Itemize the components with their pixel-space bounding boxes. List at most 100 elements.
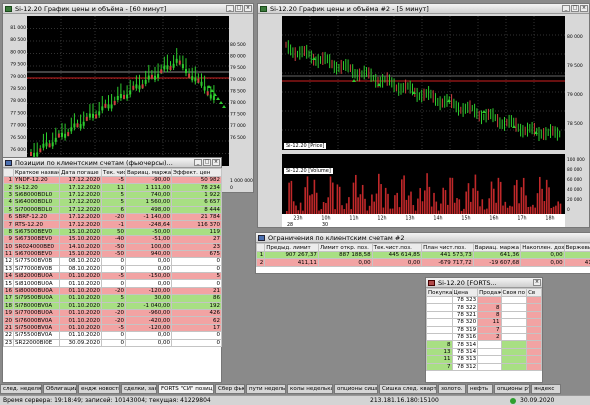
table-row[interactable]: 7 78 312 bbox=[426, 362, 542, 371]
workspace-tab[interactable]: след. неделя bbox=[0, 384, 42, 394]
close-icon[interactable]: × bbox=[533, 279, 541, 286]
chart-app-icon bbox=[260, 6, 267, 12]
table-row[interactable]: 5 Si70000BDL0 17.12.2020 6 498,00 8 444 bbox=[3, 205, 222, 214]
table-row[interactable]: 23 SR22000BI0E 30.09.2020 0 0,00 0 bbox=[3, 338, 222, 348]
orderbook-table[interactable]: ПокупкаЦенаПродажаСвоя поСв78 32378 3228… bbox=[426, 288, 542, 371]
column-header[interactable]: Продажа bbox=[477, 288, 502, 297]
column-header[interactable] bbox=[255, 243, 266, 252]
maximize-icon[interactable]: □ bbox=[235, 5, 243, 12]
positions-window[interactable]: Позиции по клиентским счетам (фьючерсы).… bbox=[2, 157, 222, 383]
table-row[interactable]: 22 Si75500BV0A 01.10.2020 0 0,00 0 bbox=[3, 331, 222, 340]
workspace-tab[interactable]: ендж новости bbox=[78, 384, 120, 394]
table-cell bbox=[426, 332, 453, 342]
table-row[interactable]: 7 RTS-12.20 17.12.2020 -1 -248,64 116 370 bbox=[3, 220, 222, 229]
table-row[interactable]: 3 Si68000BDL0 17.12.2020 5 740,00 1 922 bbox=[3, 190, 222, 200]
maximize-icon[interactable]: □ bbox=[203, 159, 211, 166]
workspace-tab[interactable]: нефть bbox=[467, 384, 493, 394]
table-row[interactable]: 2 411,11 0,00 0,00 -679 717,72 -19 607,68 0,00… bbox=[255, 258, 590, 267]
column-header[interactable]: Св bbox=[526, 288, 542, 297]
table-row[interactable]: 11 Si67000BEV0 15.10.2020 -50 940,00 675 bbox=[3, 249, 222, 259]
table-row[interactable]: 78 316 2 bbox=[426, 332, 542, 342]
table-row[interactable]: 10 SR024000BE0 14.10.2020 -50 100,00 23 bbox=[3, 242, 222, 251]
workspace-tab[interactable]: яндекс bbox=[531, 384, 561, 394]
table-row[interactable]: 78 321 8 bbox=[426, 310, 542, 320]
window-titlebar[interactable]: Ограничения по клиентским счетам #2 bbox=[256, 233, 590, 243]
column-header[interactable] bbox=[3, 168, 14, 177]
column-header[interactable]: Дата погаше bbox=[59, 168, 102, 177]
orderbook-window[interactable]: Si-12.20 [FORTS... × ПокупкаЦенаПродажаС… bbox=[425, 277, 543, 383]
minimize-icon[interactable]: _ bbox=[226, 5, 234, 12]
workspace-tab[interactable]: опционы сишка bbox=[334, 384, 378, 394]
window-titlebar[interactable]: Si-12.20 График цены и объёма - [60 мину… bbox=[3, 4, 253, 14]
column-header[interactable]: Тек.чист.поз. bbox=[371, 243, 423, 252]
table-row[interactable]: 1 YNDF-12.20 17.12.2020 -5 -90,00 50 982 bbox=[3, 175, 222, 185]
workspace-tab[interactable]: золото. bbox=[438, 384, 466, 394]
table-row[interactable]: 8 78 314 bbox=[426, 340, 542, 349]
column-header[interactable]: Лимит откр. поз. bbox=[317, 243, 373, 252]
workspace-tab[interactable]: Сишка след. квартал bbox=[379, 384, 437, 394]
table-row[interactable]: 78 322 8 bbox=[426, 303, 542, 312]
workspace-tab[interactable]: сделки, заявки bbox=[121, 384, 157, 394]
minimize-icon[interactable]: _ bbox=[194, 159, 202, 166]
column-header[interactable]: Покупка bbox=[426, 288, 453, 297]
positions-table[interactable]: Краткое названиеДата погашеТек. чистВари… bbox=[3, 168, 222, 348]
column-header[interactable]: Своя по bbox=[500, 288, 528, 297]
volume-bar bbox=[516, 179, 518, 214]
column-header[interactable]: Вариац. маржа bbox=[472, 243, 522, 252]
chart-window-5min[interactable]: Si-12.20 График цены и объёма #2 - [5 ми… bbox=[257, 3, 590, 228]
price-chart-area[interactable]: Si-12.20 [Price] bbox=[282, 16, 565, 150]
table-row[interactable]: 2 Si-12.20 17.12.2020 11 1 111,00 78 234 bbox=[3, 183, 222, 192]
workspace-tab[interactable]: пути неделька bbox=[246, 384, 286, 394]
maximize-icon[interactable]: □ bbox=[571, 5, 579, 12]
column-header[interactable]: Краткое название bbox=[13, 168, 60, 177]
column-header[interactable]: Вариац. маржа bbox=[125, 168, 172, 177]
limits-window[interactable]: Ограничения по клиентским счетам #2 Пред… bbox=[255, 232, 590, 274]
workspace-tab[interactable]: Сбер фьюч bbox=[215, 384, 245, 394]
table-row[interactable]: 4 Si64000BDL0 17.12.2020 5 1 560,00 6 657 bbox=[3, 198, 222, 207]
window-titlebar[interactable]: Позиции по клиентским счетам (фьючерсы).… bbox=[3, 158, 221, 168]
volume-bar bbox=[329, 176, 332, 214]
column-header[interactable]: План чист.поз. bbox=[421, 243, 474, 252]
column-header[interactable]: Предыд. лимит bbox=[264, 243, 319, 252]
table-row[interactable]: 12 Si77500BV0B 08.10.2020 0 0,00 0 bbox=[3, 257, 222, 266]
volume-tick-label: 40 000 bbox=[567, 187, 582, 193]
workspace-tab[interactable]: опционы ртс bbox=[494, 384, 530, 394]
close-icon[interactable]: × bbox=[244, 5, 252, 12]
workspace-tab[interactable]: колы неделька bbox=[287, 384, 333, 394]
workspace-tab[interactable]: FORTS "СИ" позиции... bbox=[158, 384, 214, 394]
table-row[interactable]: 13 Si77000BV0B 08.10.2020 0 0,00 0 bbox=[3, 264, 222, 274]
table-row[interactable]: 14 Si82000BU0A 01.10.2020 -5 -150,00 5 bbox=[3, 272, 222, 281]
limits-table[interactable]: Предыд. лимит Лимит откр. поз. Тек.чист.по… bbox=[255, 243, 590, 267]
table-row[interactable]: 1 907 267,37 887 188,58 445 614,85 441 573,7… bbox=[255, 250, 590, 260]
column-header[interactable]: Накоплен. доход bbox=[520, 243, 565, 252]
window-titlebar[interactable]: Si-12.20 График цены и объёма #2 - [5 ми… bbox=[258, 4, 589, 14]
table-row[interactable]: 9 Si67300BEV0 15.10.2020 -40 -51,00 27 bbox=[3, 235, 222, 244]
close-icon[interactable]: × bbox=[580, 5, 588, 12]
column-header[interactable]: Цена bbox=[451, 288, 479, 297]
volume-bar bbox=[364, 198, 366, 214]
table-row[interactable]: 8 Si67500BEV0 15.10.2020 50 -50,00 119 bbox=[3, 227, 222, 237]
table-row[interactable]: 15 Si81000BU0A 01.10.2020 0 0,00 0 bbox=[3, 279, 222, 288]
price-chart-area[interactable] bbox=[27, 16, 229, 166]
table-row[interactable]: 11 78 313 bbox=[426, 355, 542, 364]
table-row[interactable]: 16 Si80000BU0A 01.10.2020 -20 -120,00 21 bbox=[3, 286, 222, 296]
column-header[interactable]: Тек. чист bbox=[101, 168, 126, 177]
column-header[interactable]: Эффект. цен bbox=[171, 168, 222, 177]
table-row[interactable]: 19 Si77000BU0A 01.10.2020 -20 -960,00 426 bbox=[3, 309, 222, 318]
table-row[interactable]: 13 78 314 bbox=[426, 347, 542, 357]
table-row[interactable]: 78 320 11 bbox=[426, 318, 542, 327]
volume-bar bbox=[403, 175, 405, 214]
table-row[interactable]: 17 Si79500BU0A 01.10.2020 5 30,00 86 bbox=[3, 294, 222, 303]
table-row[interactable]: 78 323 bbox=[426, 295, 542, 305]
workspace-tab[interactable]: Облигации bbox=[43, 384, 77, 394]
table-row[interactable]: 78 319 7 bbox=[426, 325, 542, 334]
window-titlebar[interactable]: Si-12.20 [FORTS... × bbox=[426, 278, 542, 288]
volume-chart-area[interactable]: Si-12.20 [Volume] bbox=[282, 154, 565, 214]
table-row[interactable]: 21 Si75000BV0A 01.10.2020 -5 -120,00 17 bbox=[3, 323, 222, 333]
column-header[interactable]: Вержевые bbox=[563, 243, 590, 252]
table-row[interactable]: 6 SBRF-12.20 17.12.2020 -20 -1 140,00 21 784 bbox=[3, 212, 222, 222]
table-row[interactable]: 18 Si78000BV0A 01.10.2020 20 -1 040,00 192 bbox=[3, 301, 222, 311]
close-icon[interactable]: × bbox=[212, 159, 220, 166]
table-row[interactable]: 20 Si76000BV0A 01.10.2020 -20 -420,00 62 bbox=[3, 316, 222, 325]
minimize-icon[interactable]: _ bbox=[562, 5, 570, 12]
